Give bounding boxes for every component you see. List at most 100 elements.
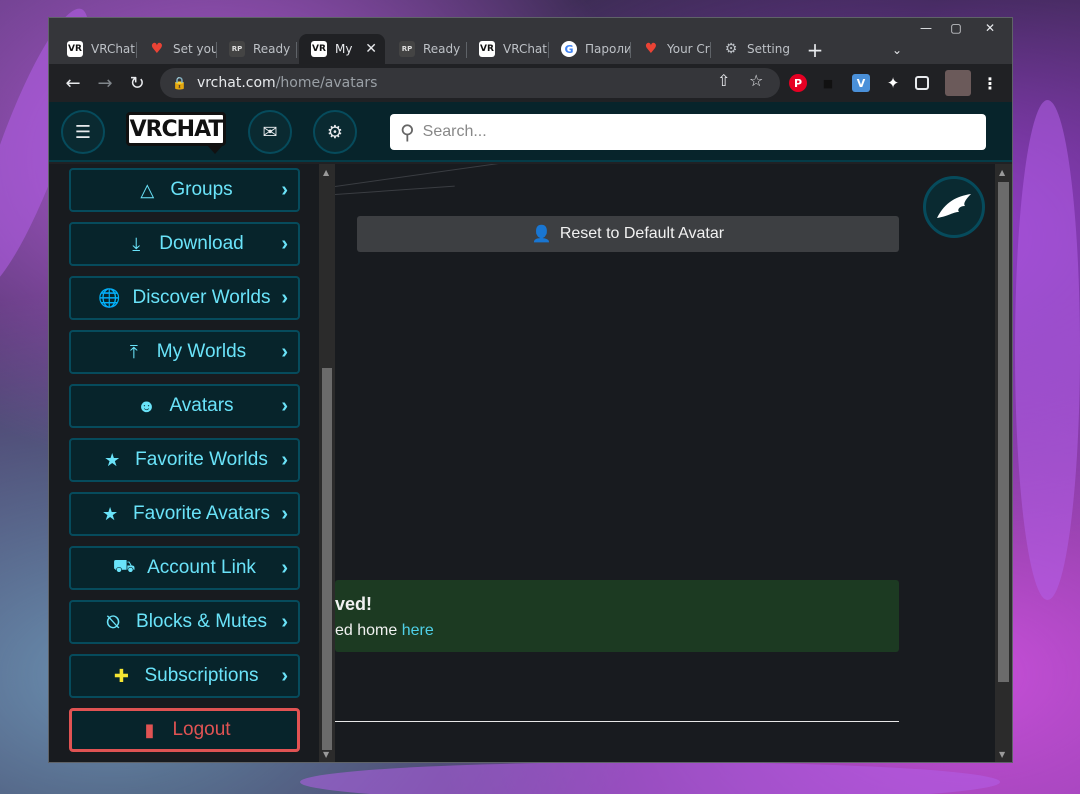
sidebar-item-avatars[interactable]: ☻ Avatars › (69, 384, 300, 428)
sidebar-item-discover-worlds[interactable]: 🌐 Discover Worlds › (69, 276, 300, 320)
browser-tab-active[interactable]: VR My ✕ (299, 34, 385, 64)
browser-tab[interactable]: VR VRChat (55, 34, 137, 64)
star-icon: ★ (104, 449, 121, 470)
divider (335, 721, 899, 722)
forward-icon[interactable]: → (93, 71, 117, 95)
chevron-right-icon: › (281, 340, 288, 363)
chevron-right-icon: › (281, 556, 288, 579)
sidebar-item-label: Favorite Avatars (133, 503, 270, 524)
search-input[interactable] (422, 123, 943, 141)
messages-envelope-icon[interactable]: ✉ (248, 110, 292, 154)
globe-icon: 🌐 (98, 287, 121, 308)
browser-tab[interactable]: VR VRChat (467, 34, 549, 64)
new-tab-button[interactable]: + (803, 38, 827, 62)
lock-icon: 🔒 (172, 76, 187, 90)
google-icon: G (561, 41, 577, 57)
scroll-down-icon[interactable]: ▼ (323, 750, 329, 759)
browser-tab[interactable]: ♥ Set you (137, 34, 217, 64)
chevron-right-icon: › (281, 286, 288, 309)
browser-tab[interactable]: RP Ready (387, 34, 467, 64)
alert-body-text: ed home (335, 622, 398, 639)
sidebar-item-my-worlds[interactable]: ⤒ My Worlds › (69, 330, 300, 374)
tab-label: Ready (253, 42, 291, 56)
reload-icon[interactable]: ↻ (125, 71, 149, 95)
gmail-icon: ♥ (150, 41, 164, 57)
sidebar-nav: △ Groups › ⤓ Download › 🌐 Discover World… (49, 164, 319, 762)
chevron-right-icon: › (281, 664, 288, 687)
user-avatar-button[interactable] (923, 176, 985, 238)
sidebar-item-label: Discover Worlds (132, 287, 271, 308)
tab-strip: — ▢ ✕ VR VRChat ♥ Set you RP Ready VR My… (49, 18, 1012, 64)
wing-icon (937, 194, 971, 218)
sidebar-scrollbar[interactable]: ▲ ▼ (319, 164, 335, 762)
sidebar-item-groups[interactable]: △ Groups › (69, 168, 300, 212)
scroll-up-icon[interactable]: ▲ (999, 168, 1005, 177)
scroll-down-icon[interactable]: ▼ (999, 750, 1005, 759)
subscription-icon: ✚ (113, 665, 130, 686)
chevron-right-icon: › (281, 610, 288, 633)
sidebar-item-favorite-worlds[interactable]: ★ Favorite Worlds › (69, 438, 300, 482)
alert-body: ed home here (335, 622, 434, 640)
avatar-icon: ☻ (136, 395, 156, 416)
minimize-icon[interactable]: — (912, 18, 940, 38)
sidebar-item-download[interactable]: ⤓ Download › (69, 222, 300, 266)
extensions-puzzle-icon[interactable]: ✦ (884, 74, 902, 92)
sidebar-item-blocks-mutes[interactable]: ⦰ Blocks & Mutes › (69, 600, 300, 644)
sidebar-item-account-link[interactable]: ⛟ Account Link › (69, 546, 300, 590)
sidebar-item-label: Download (159, 233, 244, 254)
vpn-extension-icon[interactable]: V (852, 74, 870, 92)
scroll-up-icon[interactable]: ▲ (323, 168, 329, 177)
sidebar-scroll-thumb[interactable] (322, 368, 332, 750)
sidebar-item-subscriptions[interactable]: ✚ Subscriptions › (69, 654, 300, 698)
decorative-line (335, 164, 534, 187)
chevron-right-icon: › (281, 502, 288, 525)
download-icon: ⤓ (132, 233, 141, 254)
mute-icon: ⦰ (105, 611, 121, 632)
gear-icon: ⚙ (724, 41, 738, 57)
tab-search-icon[interactable]: ⌄ (885, 38, 909, 62)
logout-button[interactable]: ▮ Logout (69, 708, 300, 752)
decorative-line (335, 185, 455, 195)
close-window-icon[interactable]: ✕ (976, 18, 1004, 38)
reset-default-avatar-button[interactable]: 👤 Reset to Default Avatar (357, 216, 899, 252)
pinterest-icon[interactable]: P (789, 74, 807, 92)
speaker-icon[interactable]: ■ (819, 74, 837, 92)
profile-avatar[interactable] (945, 70, 971, 96)
bookmark-star-icon[interactable]: ☆ (749, 71, 763, 90)
vrchat-logo[interactable]: VRCHAT (126, 112, 226, 146)
search-bar: ⚲ (390, 114, 986, 150)
main-scroll-thumb[interactable] (998, 182, 1009, 682)
star-icon: ★ (101, 503, 119, 524)
logout-label: Logout (172, 719, 231, 740)
back-icon[interactable]: ← (61, 71, 85, 95)
menu-dots-icon[interactable]: ⋮ (981, 74, 999, 93)
maximize-icon[interactable]: ▢ (942, 18, 970, 38)
address-bar[interactable]: 🔒 vrchat.com/home/avatars (160, 68, 780, 98)
sidebar-item-favorite-avatars[interactable]: ★ Favorite Avatars › (69, 492, 300, 536)
browser-tab[interactable]: G Пароли (549, 34, 631, 64)
logo-tail (207, 145, 223, 154)
settings-gears-icon[interactable]: ⚙ (313, 110, 357, 154)
main-scrollbar[interactable]: ▲ ▼ (995, 164, 1012, 762)
share-icon[interactable]: ⇧ (717, 71, 730, 90)
sidebar-item-label: Subscriptions (144, 665, 259, 686)
tab-label: Set you (173, 42, 217, 56)
side-panel-icon[interactable] (915, 76, 929, 90)
browser-toolbar: ← → ↻ 🔒 vrchat.com/home/avatars ⇧ ☆ P ■ … (49, 64, 1012, 102)
close-tab-icon[interactable]: ✕ (365, 41, 377, 57)
tab-label: VRChat (91, 42, 135, 56)
alert-link[interactable]: here (402, 622, 434, 639)
tab-label: Setting (747, 42, 790, 56)
alert-title: ved! (335, 594, 373, 614)
sidebar-item-label: My Worlds (156, 341, 247, 362)
hamburger-menu-icon[interactable]: ☰ (61, 110, 105, 154)
tab-label: Your Cr (667, 42, 710, 56)
chevron-right-icon: › (281, 178, 288, 201)
vrchat-icon: VR (67, 41, 83, 57)
tab-label: Пароли (585, 42, 631, 56)
chevron-right-icon: › (281, 232, 288, 255)
browser-tab[interactable]: ⚙ Setting (711, 34, 791, 64)
browser-tab[interactable]: RP Ready (217, 34, 297, 64)
browser-tab[interactable]: ♥ Your Cr (631, 34, 711, 64)
main-content: 👤 Reset to Default Avatar ved! ed home h… (335, 164, 995, 762)
